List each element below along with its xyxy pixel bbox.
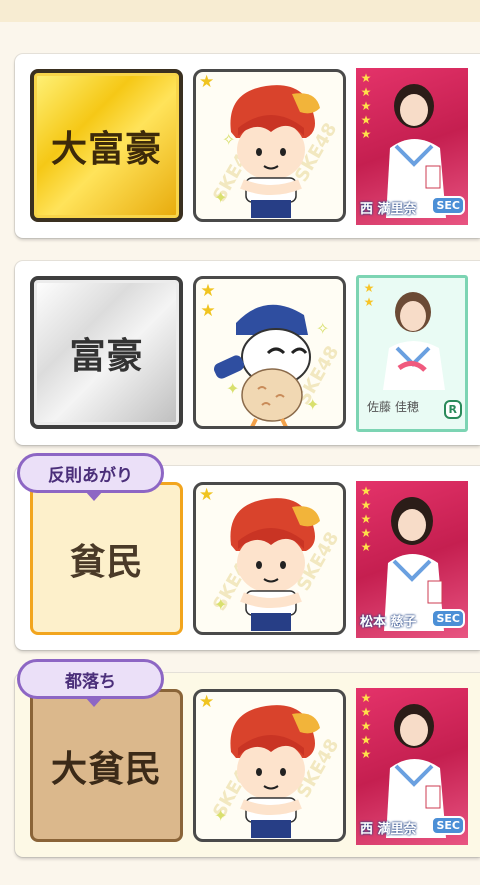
player-mascot-card[interactable]: SKE48 ✦ ✧ ✦ ★★ xyxy=(193,276,346,429)
rank-tile-fugo: 富豪 xyxy=(30,276,183,429)
member-name: 佐藤 佳穂 xyxy=(367,400,419,414)
top-bar xyxy=(0,0,480,22)
result-row-2: 富豪 SKE48 ✦ ✧ ✦ ★★ ★★ 佐藤 佳穂 R xyxy=(15,261,480,445)
member-card[interactable]: ★★★★★ 松本 慈子 SEC xyxy=(356,481,468,638)
status-badge: 反則あがり xyxy=(17,453,164,501)
player-mascot-card[interactable]: SKE48 SKE48 ✦ ✧ ★ xyxy=(193,69,346,222)
rarity-badge: SEC xyxy=(431,609,465,628)
member-card[interactable]: ★★★★★ 西 満里奈 SEC xyxy=(356,68,468,225)
ebi-boy-mascot-icon xyxy=(230,85,320,218)
rank-tile-daifugo: 大富豪 xyxy=(30,69,183,222)
rank-label: 大貧民 xyxy=(50,748,162,790)
rarity-badge: SEC xyxy=(431,196,465,215)
member-name: 松本 慈子 xyxy=(360,615,417,630)
player-mascot-card[interactable]: SKE48 SKE48 ✦ ★ xyxy=(193,482,346,635)
rank-label: 貧民 xyxy=(69,541,144,583)
member-name: 西 満里奈 xyxy=(360,822,417,837)
member-card[interactable]: ★★ 佐藤 佳穂 R xyxy=(356,275,468,432)
member-name: 西 満里奈 xyxy=(360,202,417,217)
rank-tile-daihinmin: 大貧民 xyxy=(30,689,183,842)
result-row-1: 大富豪 SKE48 SKE48 ✦ ✧ ★ ★★★★★ 西 満里奈 SEC xyxy=(15,54,480,238)
player-mascot-card[interactable]: SKE48 SKE48 ✦ ★ xyxy=(193,689,346,842)
ebi-boy-mascot-icon xyxy=(230,705,320,838)
ebi-boy-mascot-icon xyxy=(230,498,320,631)
owl-mascot-icon xyxy=(213,304,311,426)
rarity-badge: SEC xyxy=(431,816,465,835)
rank-label: 大富豪 xyxy=(50,128,162,170)
rank-tile-hinmin: 貧民 xyxy=(30,482,183,635)
rank-label: 富豪 xyxy=(69,335,144,377)
member-card[interactable]: ★★★★★ 西 満里奈 SEC xyxy=(356,688,468,845)
rarity-badge: R xyxy=(443,400,462,419)
status-badge: 都落ち xyxy=(17,659,164,707)
